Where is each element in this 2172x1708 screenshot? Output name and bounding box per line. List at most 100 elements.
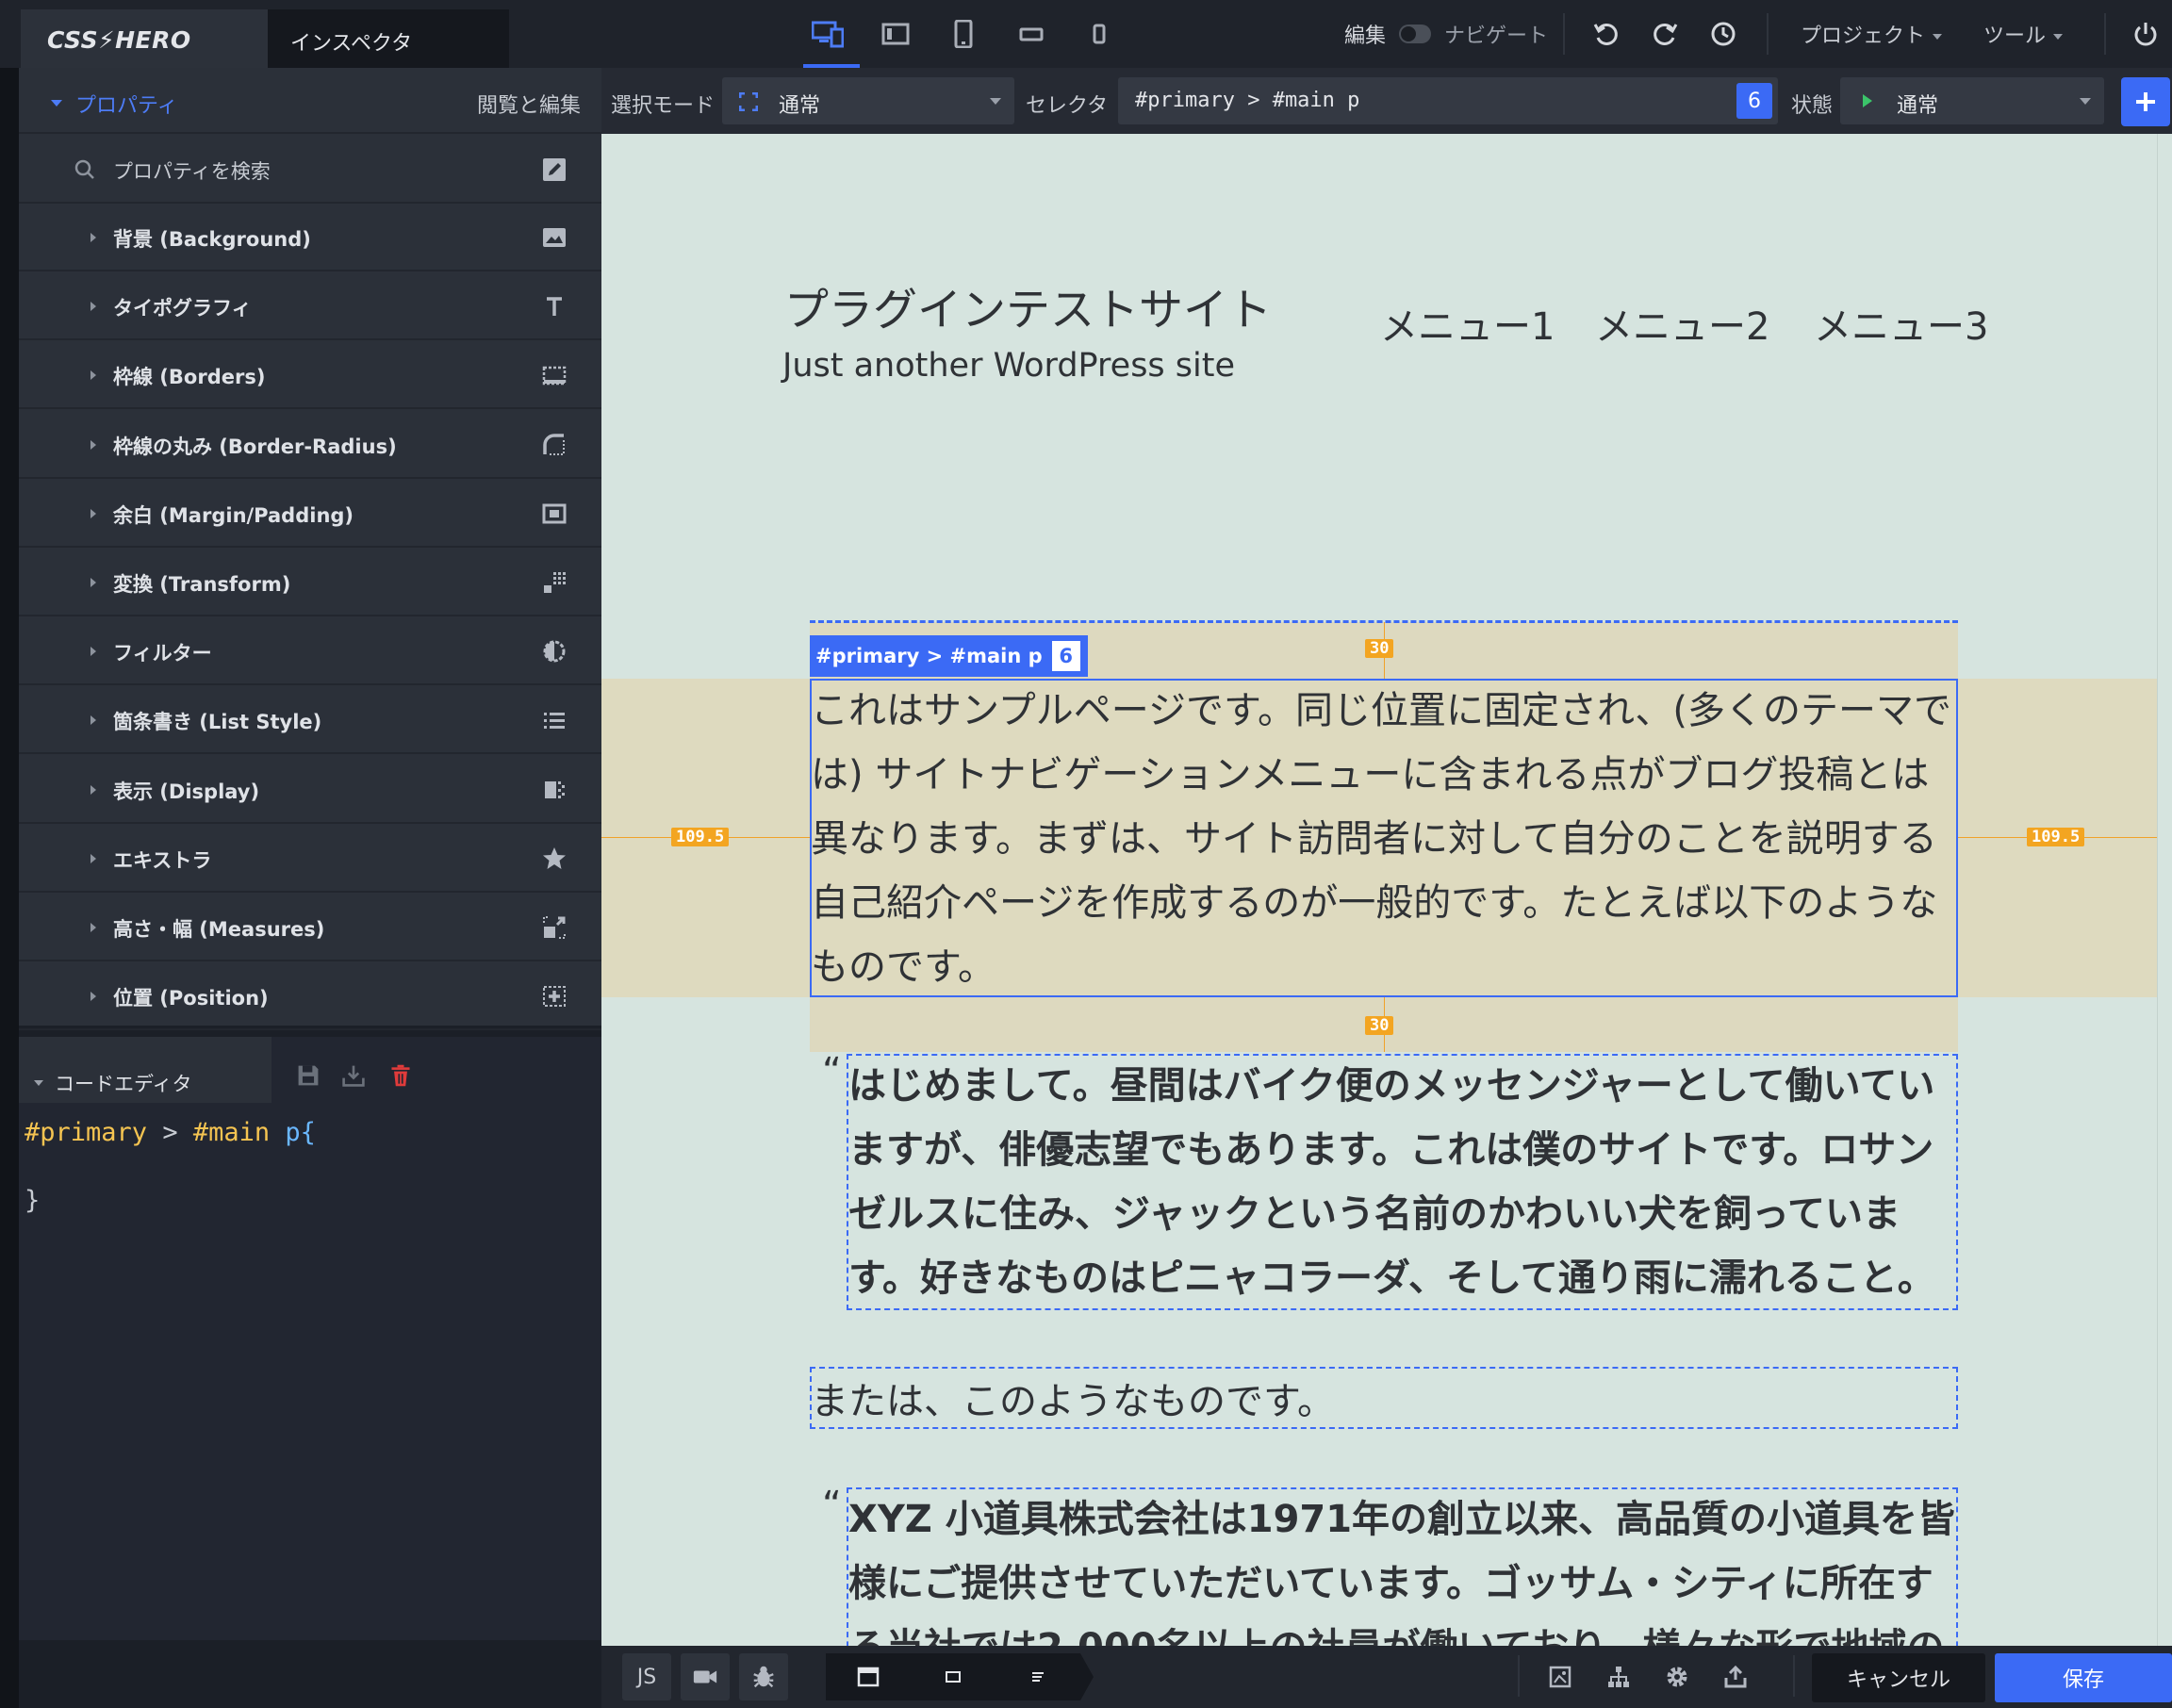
bug-icon[interactable] (739, 1653, 788, 1700)
property-row-1[interactable]: タイポグラフィ (19, 272, 601, 340)
property-row-label: 余白 (Margin/Padding) (113, 504, 354, 527)
save-button[interactable]: 保存 (1995, 1653, 2172, 1702)
state-select[interactable]: 通常 (1840, 77, 2104, 124)
nav-menu-item-3[interactable]: メニュー3 (1814, 296, 1988, 351)
chevron-down-icon (2080, 98, 2091, 105)
page-preview[interactable]: プラグインテストサイト Just another WordPress site … (601, 134, 2157, 1646)
properties-header[interactable]: プロパティ 閲覧と編集 (19, 68, 601, 134)
property-row-5[interactable]: 変換 (Transform) (19, 549, 601, 616)
desktop-icon[interactable] (807, 17, 848, 51)
history-icon[interactable] (1704, 17, 1742, 51)
canvas-scrollbar[interactable] (2157, 134, 2172, 1646)
selector-input-value: #primary > #main p (1135, 89, 1360, 112)
tablet-icon[interactable] (943, 17, 984, 51)
edit-label: 編集 (1344, 25, 1387, 48)
tablet-landscape-icon[interactable] (1011, 17, 1052, 51)
breadcrumb-window[interactable] (826, 1653, 924, 1700)
property-row-8[interactable]: 表示 (Display) (19, 756, 601, 824)
chevron-right-icon (90, 992, 96, 1001)
property-row-4[interactable]: 余白 (Margin/Padding) (19, 480, 601, 548)
site-title[interactable]: プラグインテストサイト (784, 273, 1272, 338)
property-row-label: 高さ・幅 (Measures) (113, 918, 325, 941)
property-row-label: フィルター (113, 642, 212, 665)
box-icon (946, 1671, 961, 1683)
property-row-7[interactable]: 箇条書き (List Style) (19, 686, 601, 754)
divider (2104, 13, 2106, 55)
selector-input[interactable]: #primary > #main p 6 (1118, 77, 1778, 124)
video-icon[interactable] (681, 1653, 730, 1700)
property-search-input[interactable]: プロパティを検索 (113, 156, 271, 185)
blockquote-paragraph-1[interactable]: はじめまして。昼間はバイク便のメッセンジャーとして働いていますが、俳優志望でもあ… (848, 1054, 1957, 1310)
property-row-label: 箇条書き (List Style) (113, 711, 322, 733)
chevron-right-icon (90, 233, 96, 242)
property-row-2[interactable]: 枠線 (Borders) (19, 341, 601, 409)
js-button[interactable]: JS (622, 1653, 671, 1700)
nav-menu-item-1[interactable]: メニュー1 (1380, 296, 1555, 351)
chevron-right-icon (90, 509, 96, 518)
edit-navigate-toggle[interactable] (1399, 25, 1431, 43)
property-row-3[interactable]: 枠線の丸み (Border-Radius) (19, 411, 601, 479)
code-line-3[interactable]: } (25, 1186, 40, 1215)
selection-mode-select[interactable]: 通常 (722, 77, 1014, 124)
breadcrumb (826, 1653, 1094, 1700)
plain-paragraph[interactable]: または、このようなものです。 (811, 1371, 1335, 1425)
tab-inspector[interactable]: インスペクタ (268, 9, 509, 68)
save-code-icon[interactable] (292, 1059, 324, 1092)
screenshot-icon[interactable] (1544, 1661, 1576, 1693)
tab-inspector-label: インスペクタ (290, 32, 413, 56)
selection-mode-value: 通常 (779, 94, 821, 118)
power-icon[interactable] (2127, 17, 2164, 51)
transform-icon (539, 567, 569, 598)
star-icon (539, 844, 569, 874)
property-row-6[interactable]: フィルター (19, 617, 601, 685)
code-selector-primary: #primary (25, 1118, 148, 1147)
view-edit-toggle[interactable]: 閲覧と編集 (477, 89, 581, 119)
download-icon[interactable] (337, 1059, 370, 1092)
chevron-down-icon (2053, 34, 2064, 40)
redo-icon[interactable] (1646, 17, 1684, 51)
quote-mark: “ (822, 1484, 842, 1527)
sitemap-icon[interactable] (1603, 1661, 1635, 1693)
property-search-row[interactable]: プロパティを検索 (19, 136, 601, 204)
chevron-right-icon (90, 854, 96, 863)
project-menu[interactable]: プロジェクト (1801, 19, 1943, 49)
property-row-11[interactable]: 位置 (Position) (19, 962, 601, 1030)
image-icon (539, 222, 569, 253)
list-icon (539, 705, 569, 735)
gear-icon[interactable] (1661, 1661, 1693, 1693)
code-editor-toolbar (272, 1037, 601, 1103)
export-icon[interactable] (1720, 1661, 1752, 1693)
site-description[interactable]: Just another WordPress site (782, 347, 1235, 385)
margin-top-badge: 30 (1365, 639, 1394, 658)
nav-menu-item-2[interactable]: メニュー2 (1595, 296, 1769, 351)
phone-icon[interactable] (1078, 17, 1120, 51)
blockquote-paragraph-2[interactable]: XYZ 小道具株式会社は1971年の創立以来、高品質の小道具を皆様にご提供させて… (848, 1487, 1957, 1646)
chevron-right-icon (90, 647, 96, 656)
property-row-label: 位置 (Position) (113, 987, 269, 1010)
property-row-10[interactable]: 高さ・幅 (Measures) (19, 894, 601, 961)
window-icon (857, 1667, 880, 1687)
add-button[interactable] (2121, 77, 2170, 126)
margin-right-badge: 109.5 (2027, 828, 2085, 846)
delete-icon[interactable] (385, 1059, 417, 1092)
project-menu-label: プロジェクト (1801, 25, 1926, 48)
chevron-right-icon (90, 923, 96, 932)
property-row-9[interactable]: エキストラ (19, 825, 601, 893)
search-icon (74, 159, 94, 179)
tools-menu-label: ツール (1983, 25, 2047, 48)
property-row-0[interactable]: 背景 (Background) (19, 204, 601, 271)
navigate-label: ナビゲート (1444, 25, 1549, 48)
code-line-1[interactable]: #primary > #main p{ (25, 1118, 316, 1147)
tools-menu[interactable]: ツール (1983, 19, 2064, 49)
edit-icon[interactable] (539, 155, 569, 185)
selection-tag[interactable]: #primary > #main p 6 (810, 635, 1088, 677)
margin-left-badge: 109.5 (671, 828, 730, 846)
box-model-icon (539, 499, 569, 529)
cancel-button[interactable]: キャンセル (1812, 1653, 1985, 1702)
chevron-down-icon (990, 98, 1001, 105)
undo-icon[interactable] (1588, 17, 1625, 51)
margin-bottom-badge: 30 (1365, 1016, 1394, 1035)
laptop-icon[interactable] (875, 17, 916, 51)
chevron-right-icon (90, 785, 96, 795)
code-editor-tab[interactable]: コードエディタ (19, 1037, 272, 1103)
